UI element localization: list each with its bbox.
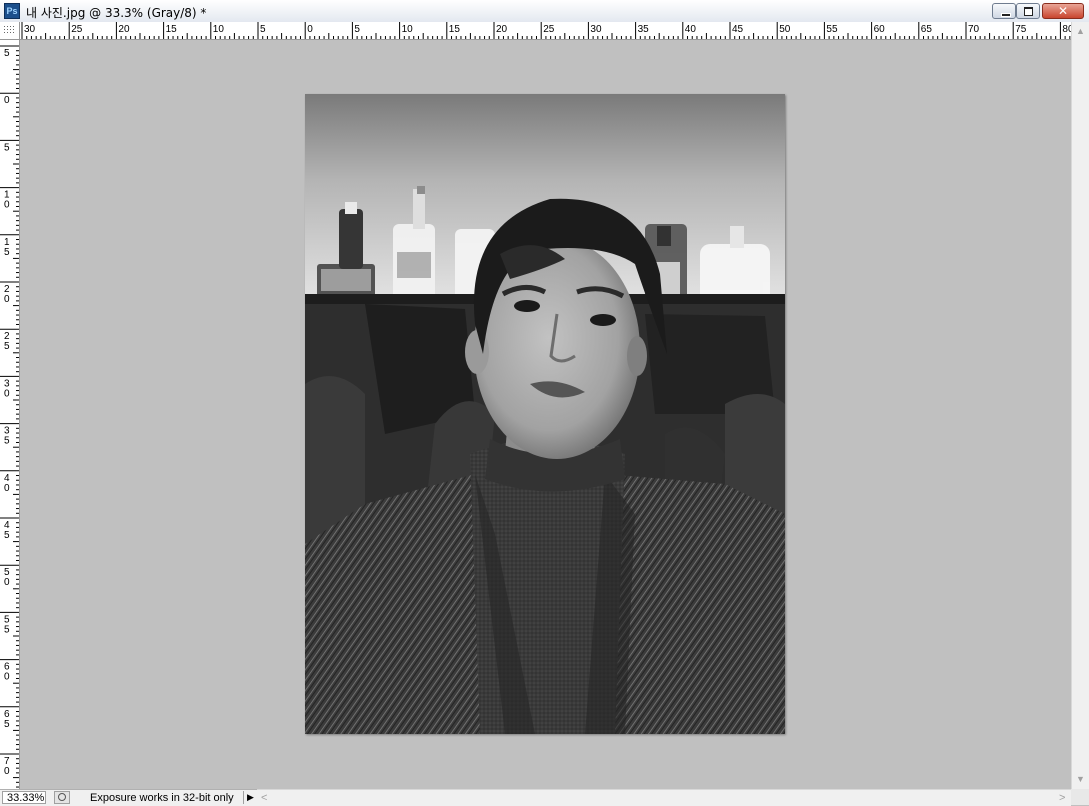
status-info-text: Exposure works in 32-bit only bbox=[90, 792, 234, 804]
ruler-label: 0 bbox=[4, 672, 10, 683]
horizontal-ruler[interactable]: 30 25 20 15 10 5 0 5 10 15 20 25 30 35 40 45 50 55 60 65 70 7… bbox=[20, 22, 1071, 40]
ruler-label: 5 bbox=[4, 530, 10, 541]
photoshop-app-icon: Ps bbox=[4, 3, 20, 19]
ruler-label: 5 bbox=[4, 247, 10, 258]
ruler-label: 45 bbox=[732, 24, 744, 35]
vertical-scrollbar[interactable]: ▲ ▼ bbox=[1071, 22, 1089, 789]
document-title-bar[interactable]: Ps 내 사진.jpg @ 33.3% (Gray/8) * ✕ bbox=[0, 0, 1089, 23]
close-button[interactable]: ✕ bbox=[1042, 3, 1084, 19]
ruler-label: 70 bbox=[968, 24, 980, 35]
ruler-origin-icon bbox=[3, 25, 14, 35]
ruler-label: 5 bbox=[4, 436, 10, 447]
minimize-icon bbox=[1001, 13, 1011, 17]
zoom-level-field[interactable]: 33.33% bbox=[2, 791, 46, 804]
scroll-right-icon[interactable]: > bbox=[1059, 792, 1065, 804]
ruler-label: 40 bbox=[685, 24, 697, 35]
ruler-label: 15 bbox=[449, 24, 461, 35]
horizontal-scrollbar[interactable]: < > bbox=[257, 789, 1071, 806]
ruler-label: 5 bbox=[4, 341, 10, 352]
ruler-label: 5 bbox=[4, 624, 10, 635]
ruler-label: 80 bbox=[1062, 24, 1071, 35]
ruler-label: 0 bbox=[4, 200, 10, 211]
restore-button[interactable] bbox=[1016, 3, 1040, 19]
ruler-label: 10 bbox=[213, 24, 225, 35]
restore-icon bbox=[1024, 7, 1033, 16]
horizontal-ruler-ticks: 30 25 20 15 10 5 0 5 10 15 20 25 30 35 40 45 50 55 60 65 70 7… bbox=[21, 22, 1071, 39]
scroll-down-icon[interactable]: ▼ bbox=[1076, 774, 1085, 784]
status-bar: 33.33% Exposure works in 32-bit only ▶ bbox=[0, 789, 257, 806]
ruler-label: 15 bbox=[166, 24, 178, 35]
status-info-button[interactable] bbox=[54, 791, 70, 804]
ruler-label: 0 bbox=[4, 294, 10, 305]
ruler-label: 30 bbox=[590, 24, 602, 35]
status-menu-button[interactable]: ▶ bbox=[243, 791, 257, 804]
minimize-button[interactable] bbox=[992, 3, 1016, 19]
ruler-origin[interactable] bbox=[0, 22, 20, 40]
ruler-label: 55 bbox=[826, 24, 838, 35]
ruler-label: 5 bbox=[4, 142, 10, 153]
ruler-label: 5 bbox=[354, 24, 360, 35]
ruler-label: 60 bbox=[874, 24, 886, 35]
close-icon: ✕ bbox=[1057, 4, 1069, 18]
ruler-label: 50 bbox=[779, 24, 791, 35]
scroll-up-icon[interactable]: ▲ bbox=[1076, 26, 1085, 36]
ruler-label: 0 bbox=[4, 766, 10, 777]
ruler-label: 0 bbox=[4, 483, 10, 494]
scroll-left-icon[interactable]: < bbox=[261, 792, 267, 804]
ruler-label: 25 bbox=[543, 24, 555, 35]
ruler-label: 0 bbox=[307, 24, 313, 35]
ruler-label: 20 bbox=[496, 24, 508, 35]
ruler-label: 0 bbox=[4, 577, 10, 588]
vertical-ruler[interactable]: 50510152025303540455055606570 bbox=[0, 40, 20, 789]
document-title: 내 사진.jpg @ 33.3% (Gray/8) * bbox=[26, 6, 207, 20]
canvas-area[interactable] bbox=[20, 40, 1071, 789]
ruler-label: 20 bbox=[118, 24, 130, 35]
scrollbar-corner bbox=[1071, 789, 1089, 805]
portrait-photo bbox=[305, 94, 785, 734]
ruler-label: 10 bbox=[402, 24, 414, 35]
document-image[interactable] bbox=[305, 94, 785, 734]
ruler-label: 0 bbox=[4, 388, 10, 399]
ruler-label: 5 bbox=[260, 24, 266, 35]
status-info-icon bbox=[58, 793, 66, 801]
ruler-label: 35 bbox=[638, 24, 650, 35]
ruler-label: 25 bbox=[71, 24, 83, 35]
ruler-label: 5 bbox=[4, 48, 10, 59]
ruler-label: 0 bbox=[4, 95, 10, 106]
ruler-label: 75 bbox=[1015, 24, 1027, 35]
ruler-label: 5 bbox=[4, 719, 10, 730]
ruler-label: 65 bbox=[921, 24, 933, 35]
vertical-ruler-ticks: 50510152025303540455055606570 bbox=[0, 45, 19, 788]
ruler-label: 30 bbox=[24, 24, 36, 35]
